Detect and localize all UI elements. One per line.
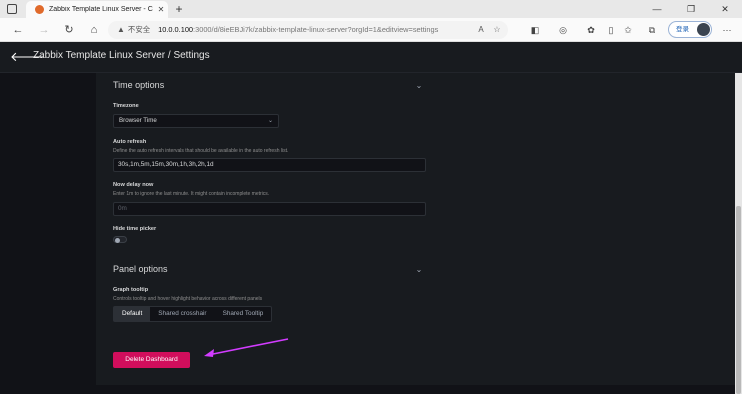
timezone-label: Timezone: [113, 103, 139, 109]
page-title: Zabbix Template Linux Server / Settings: [33, 50, 210, 61]
hide-time-picker-toggle[interactable]: [113, 236, 127, 243]
auto-refresh-description: Define the auto refresh intervals that s…: [113, 148, 289, 154]
toggle-knob: [115, 237, 120, 243]
security-status: 不安全: [127, 25, 151, 34]
graph-tooltip-option-shared-tooltip[interactable]: Shared Tooltip: [215, 307, 272, 321]
graph-tooltip-option-default[interactable]: Default: [114, 307, 151, 321]
login-button[interactable]: 登录: [668, 21, 712, 38]
tab-close-icon[interactable]: ✕: [154, 5, 168, 14]
panel-options-heading[interactable]: Panel options: [113, 264, 168, 274]
timezone-value: Browser Time: [119, 117, 157, 124]
edge-icon[interactable]: ◎: [555, 22, 571, 38]
browser-toolbar: ← → ↻ ⌂ ▲ 不安全 10.0.0.100 :3000/d/8ieEBJi…: [0, 18, 742, 42]
avatar: [697, 23, 710, 36]
warning-icon: ▲: [117, 25, 125, 34]
browser-tab[interactable]: Zabbix Template Linux Server - C ✕: [26, 1, 168, 18]
auto-refresh-input[interactable]: 30s,1m,5m,15m,30m,1h,3h,2h,1d: [113, 158, 426, 172]
minimize-icon[interactable]: —: [650, 2, 664, 16]
split-screen-icon[interactable]: ▯: [603, 22, 619, 38]
forward-nav-icon[interactable]: →: [36, 22, 52, 38]
read-aloud-icon[interactable]: A: [476, 25, 486, 35]
refresh-icon[interactable]: ↻: [61, 22, 77, 38]
time-options-heading[interactable]: Time options: [113, 80, 164, 90]
page-header: 🡐 Zabbix Template Linux Server / Setting…: [0, 42, 742, 73]
graph-tooltip-radio-group: Default Shared crosshair Shared Tooltip: [113, 306, 273, 322]
graph-tooltip-label: Graph tooltip: [113, 287, 149, 293]
extension-puzzle-icon[interactable]: ✿: [583, 22, 599, 38]
address-bar[interactable]: ▲ 不安全 10.0.0.100 :3000/d/8ieEBJi7k/zabbi…: [108, 21, 508, 39]
scrollbar-thumb[interactable]: [736, 206, 741, 394]
now-delay-input[interactable]: 0m: [113, 202, 426, 216]
chevron-down-icon[interactable]: ⌄: [414, 265, 424, 275]
favorite-star-icon[interactable]: ☆: [492, 25, 502, 35]
chevron-down-icon[interactable]: ⌄: [414, 81, 424, 91]
tab-title: Zabbix Template Linux Server - C: [49, 6, 153, 13]
now-delay-label: Now delay now: [113, 182, 154, 188]
window-close-icon[interactable]: ✕: [718, 2, 732, 16]
browser-tab-bar: Zabbix Template Linux Server - C ✕ + — ❐…: [0, 0, 742, 18]
restore-icon[interactable]: ❐: [684, 2, 698, 16]
graph-tooltip-description: Controls tooltip and hover highlight beh…: [113, 296, 263, 302]
chevron-down-icon: ⌄: [267, 118, 273, 124]
timezone-select[interactable]: Browser Time ⌄: [113, 114, 279, 128]
graph-tooltip-option-shared-crosshair[interactable]: Shared crosshair: [150, 307, 214, 321]
more-menu-icon[interactable]: ⋯: [719, 22, 735, 38]
favorites-icon[interactable]: ✩: [620, 22, 636, 38]
hide-time-picker-label: Hide time picker: [113, 226, 157, 232]
auto-refresh-label: Auto refresh: [113, 139, 147, 145]
delete-dashboard-button[interactable]: Delete Dashboard: [113, 352, 190, 368]
now-delay-description: Enter 1m to ignore the last minute. It m…: [113, 191, 270, 197]
extension-icon[interactable]: ◧: [527, 22, 543, 38]
new-tab-icon[interactable]: +: [172, 1, 186, 17]
tab-actions-icon[interactable]: [7, 4, 17, 14]
login-label: 登录: [676, 26, 689, 33]
back-nav-icon[interactable]: ←: [10, 22, 26, 38]
arrow-left-icon[interactable]: 🡐: [10, 49, 45, 65]
collections-icon[interactable]: ⧉: [644, 22, 660, 38]
home-icon[interactable]: ⌂: [86, 22, 102, 38]
url-host: 10.0.0.100: [158, 25, 194, 34]
grafana-favicon-icon: [35, 5, 44, 14]
url-path: :3000/d/8ieEBJi7k/zabbix-template-linux-…: [193, 25, 439, 34]
